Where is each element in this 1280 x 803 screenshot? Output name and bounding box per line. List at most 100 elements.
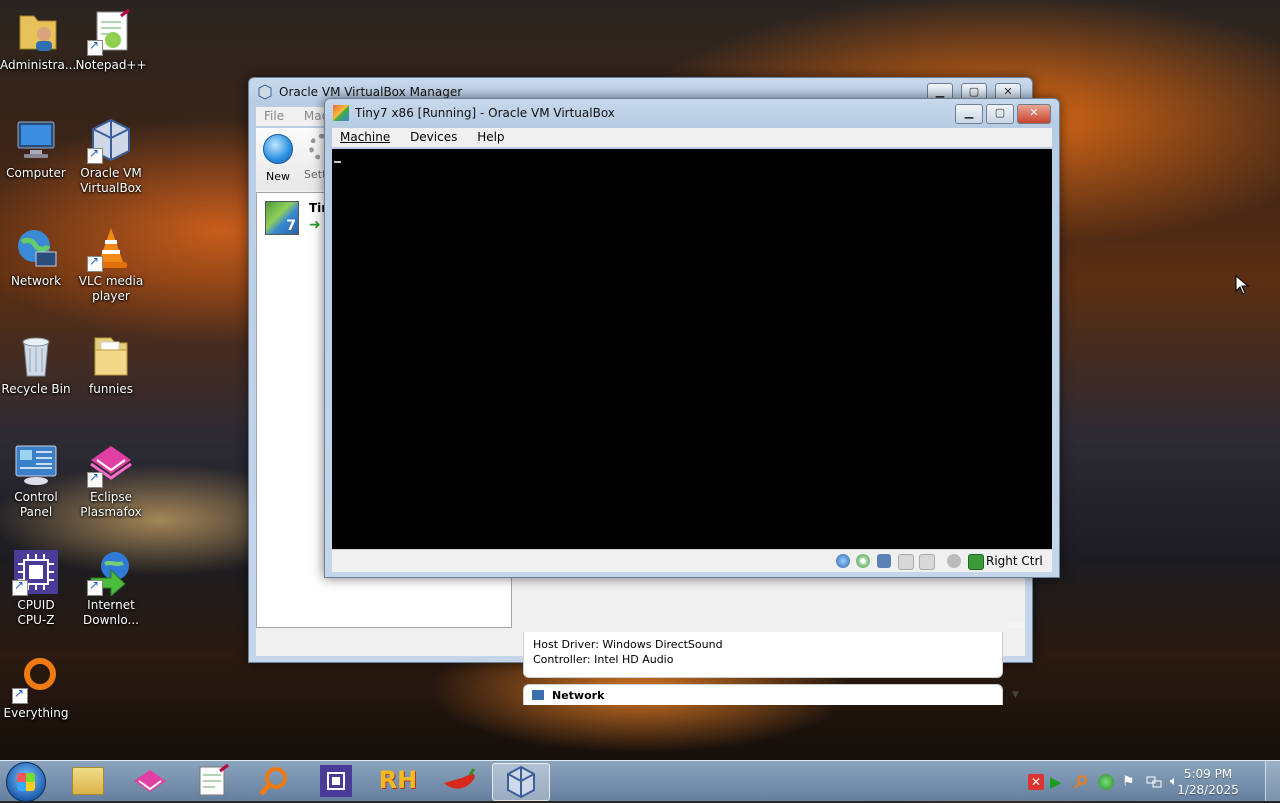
windows7-icon: 7 [265,201,299,235]
update-icon[interactable] [1098,774,1114,790]
menu-help[interactable]: Help [469,128,512,147]
host-key-icon[interactable] [968,554,984,570]
user-folder-icon [14,8,62,56]
desktop-icon-internet-download-manager[interactable]: Internet Downlo... [73,548,149,628]
show-desktop-button[interactable] [1265,761,1280,801]
desktop-icon-label: Computer [6,166,66,180]
desktop-icon-label: Control Panel [14,490,58,519]
clock-date: 1/28/2025 [1177,783,1239,797]
virtualbox-icon [507,765,535,799]
taskbar-plasmafox[interactable] [122,763,178,799]
action-center-flag-icon[interactable]: ⚑ [1122,774,1138,790]
network-section-icon [532,690,544,700]
audio-host-driver: Host Driver: Windows DirectSound [533,638,723,651]
taskbar-cpuz[interactable] [308,763,364,799]
vlc-icon [87,224,135,272]
desktop-icon-label: Eclipse Plasmafox [80,490,142,519]
computer-icon [12,116,60,164]
menu-file[interactable]: File [256,107,292,126]
menu-machine[interactable]: Machine [332,128,398,147]
antivirus-icon[interactable]: ✕ [1028,774,1044,790]
windows7-icon [333,105,349,121]
new-label: New [266,170,290,183]
hard-disk-icon[interactable] [836,554,850,568]
running-arrow-icon: ➜ [309,217,321,233]
audio-controller: Controller: Intel HD Audio [533,653,674,666]
taskbar-resource-hacker[interactable]: RH [370,763,426,799]
desktop-icon-administrator[interactable]: Administra... [0,8,76,73]
vm-titlebar[interactable]: Tiny7 x86 [Running] - Oracle VM VirtualB… [325,99,1059,127]
network-section-header[interactable]: Network [523,684,1003,705]
desktop-icon-computer[interactable]: Computer [0,116,74,181]
desktop-icon-plasmafox[interactable]: Eclipse Plasmafox [73,440,149,520]
desktop-icon-label: Internet Downlo... [83,598,139,627]
desktop-icon-cpuz[interactable]: CPUID CPU-Z [0,548,74,628]
search-icon[interactable] [1073,774,1089,790]
scroll-down-arrow-icon[interactable]: ▼ [1012,690,1019,700]
taskbar-explorer[interactable] [60,763,116,799]
vm-window[interactable]: Tiny7 x86 [Running] - Oracle VM VirtualB… [324,98,1060,578]
play-icon[interactable]: ▶ [1050,774,1066,790]
text-cursor [334,161,341,163]
everything-search-icon [259,767,287,796]
folder-icon [87,332,135,380]
close-button[interactable]: ✕ [1017,104,1051,124]
plasmafox-icon [134,770,166,792]
explorer-icon [72,767,104,795]
mouse-integration-icon[interactable] [947,554,961,568]
resource-hacker-icon: RH [378,766,418,794]
virtualbox-icon [87,116,135,164]
desktop-icon-label: Network [10,274,62,288]
control-panel-icon [12,440,60,488]
taskbar-notepad-plus-plus[interactable] [184,763,240,799]
desktop-icon-recycle-bin[interactable]: Recycle Bin [0,332,74,397]
host-key-label: Right Ctrl [986,554,1043,568]
desktop-icon-control-panel[interactable]: Control Panel [0,440,74,520]
network-adapter-icon[interactable] [877,554,891,568]
taskbar-virtualbox[interactable] [492,763,550,801]
desktop-icon-label: Notepad++ [75,58,147,72]
desktop-icon-label: CPUID CPU-Z [17,598,55,627]
shared-folder-icon[interactable] [919,554,935,570]
everything-search-icon [12,656,60,704]
network-icon[interactable] [1146,774,1162,790]
virtualbox-icon [257,84,273,100]
plasmafox-icon [87,440,135,488]
windows-logo-icon [17,773,35,791]
desktop-icon-label: Everything [3,706,69,720]
maximize-button[interactable]: ▢ [986,104,1014,124]
mouse-pointer-icon [1235,274,1250,298]
taskbar-clock[interactable]: 5:09 PM 1/28/2025 [1168,766,1248,798]
desktop-icon-label: Oracle VM VirtualBox [80,166,142,195]
desktop-icon-virtualbox[interactable]: Oracle VM VirtualBox [73,116,149,196]
notepad-plus-plus-icon [199,763,229,796]
clock-time: 5:09 PM [1183,767,1233,781]
vm-status-bar: Right Ctrl [332,549,1052,572]
taskbar-everything[interactable] [246,763,302,799]
usb-icon[interactable] [898,554,914,570]
start-button[interactable] [6,762,46,802]
menu-devices[interactable]: Devices [402,128,465,147]
audio-details: Host Driver: Windows DirectSound Control… [523,632,1003,678]
vm-window-title: Tiny7 x86 [Running] - Oracle VM VirtualB… [355,106,615,120]
desktop-icon-label: Administra... [0,58,77,72]
internet-download-manager-icon [87,548,135,598]
minimize-button[interactable]: ▁ [955,104,983,124]
network-section-title: Network [552,689,605,702]
desktop-icon-network[interactable]: Network [0,224,74,289]
taskbar-chili[interactable] [432,763,488,799]
optical-drive-icon[interactable] [856,554,870,568]
details-scrollbar[interactable]: ▼ [1008,622,1025,700]
desktop-icon-label: funnies [88,382,133,396]
desktop-icon-funnies[interactable]: funnies [73,332,149,397]
desktop-icon-notepad-plus-plus[interactable]: Notepad++ [73,8,149,73]
vm-display[interactable] [332,149,1052,549]
desktop-icon-vlc[interactable]: VLC media player [73,224,149,304]
desktop-icon-everything[interactable]: Everything [0,656,74,721]
desktop-icon-label: VLC media player [78,274,144,303]
desktop-icon-label: Recycle Bin [1,382,71,396]
cpuz-icon [12,548,60,596]
new-vm-button[interactable]: New [260,134,296,183]
network-icon [12,224,60,272]
chili-icon [444,768,476,789]
